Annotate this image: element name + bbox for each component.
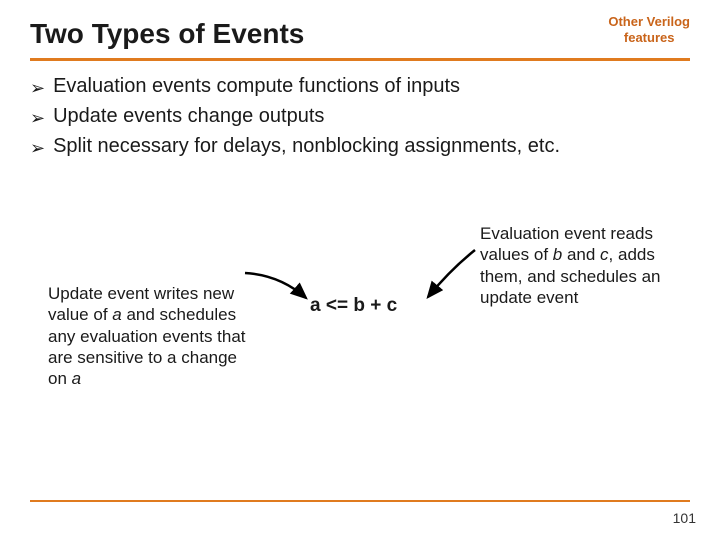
bullet-arrow-icon: ➢ [30,135,45,161]
right-annotation: Evaluation event reads values of b and c… [480,223,702,308]
bullet-item: ➢ Split necessary for delays, nonblockin… [30,135,690,161]
bullet-arrow-icon: ➢ [30,75,45,101]
diagram-area: a <= b + c Update event writes new value… [30,185,690,435]
left-arrow-icon [240,265,320,325]
bullet-text: Evaluation events compute functions of i… [53,75,460,98]
code-expression: a <= b + c [310,295,397,317]
section-label: Other Verilog features [608,14,690,45]
section-label-line1: Other Verilog [608,14,690,30]
right-arrow-icon [420,245,490,315]
footer-divider [30,500,690,502]
bullet-item: ➢ Evaluation events compute functions of… [30,75,690,101]
bullet-list: ➢ Evaluation events compute functions of… [0,61,720,175]
slide-header: Two Types of Events Other Verilog featur… [0,0,720,58]
left-annotation: Update event writes new value of a and s… [48,283,248,389]
bullet-text: Update events change outputs [53,105,324,128]
section-label-line2: features [608,30,690,46]
bullet-item: ➢ Update events change outputs [30,105,690,131]
bullet-arrow-icon: ➢ [30,105,45,131]
bullet-text: Split necessary for delays, nonblocking … [53,135,560,158]
page-number: 101 [673,510,696,526]
slide-title: Two Types of Events [30,18,304,50]
